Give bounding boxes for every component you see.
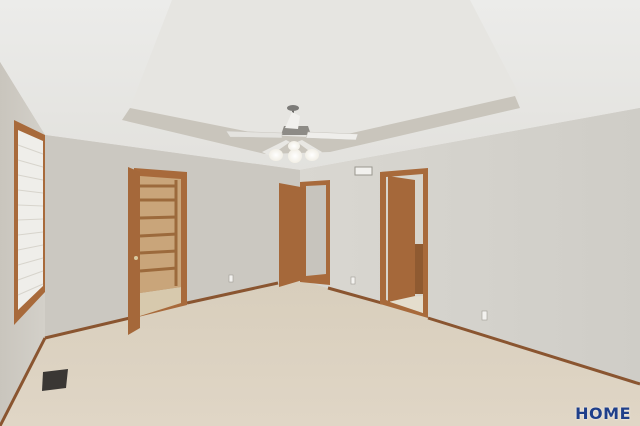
outlet: [228, 274, 234, 283]
wall-vent: [354, 166, 373, 176]
bedroom-photo: HOME: [0, 0, 640, 426]
outlet: [481, 310, 488, 321]
room-illustration: [0, 0, 640, 426]
closet-door: [128, 167, 140, 335]
fan-light: [288, 141, 300, 151]
fan-light: [288, 149, 302, 163]
center-door: [279, 183, 306, 287]
fan-light: [305, 149, 319, 161]
center-opening: [306, 185, 326, 276]
floor-vent: [42, 369, 68, 391]
watermark-logo: HOME: [575, 404, 631, 423]
fan-light: [269, 149, 283, 161]
bath-door: [388, 176, 415, 302]
closet-door-knob: [134, 256, 138, 260]
outlet: [350, 276, 356, 285]
